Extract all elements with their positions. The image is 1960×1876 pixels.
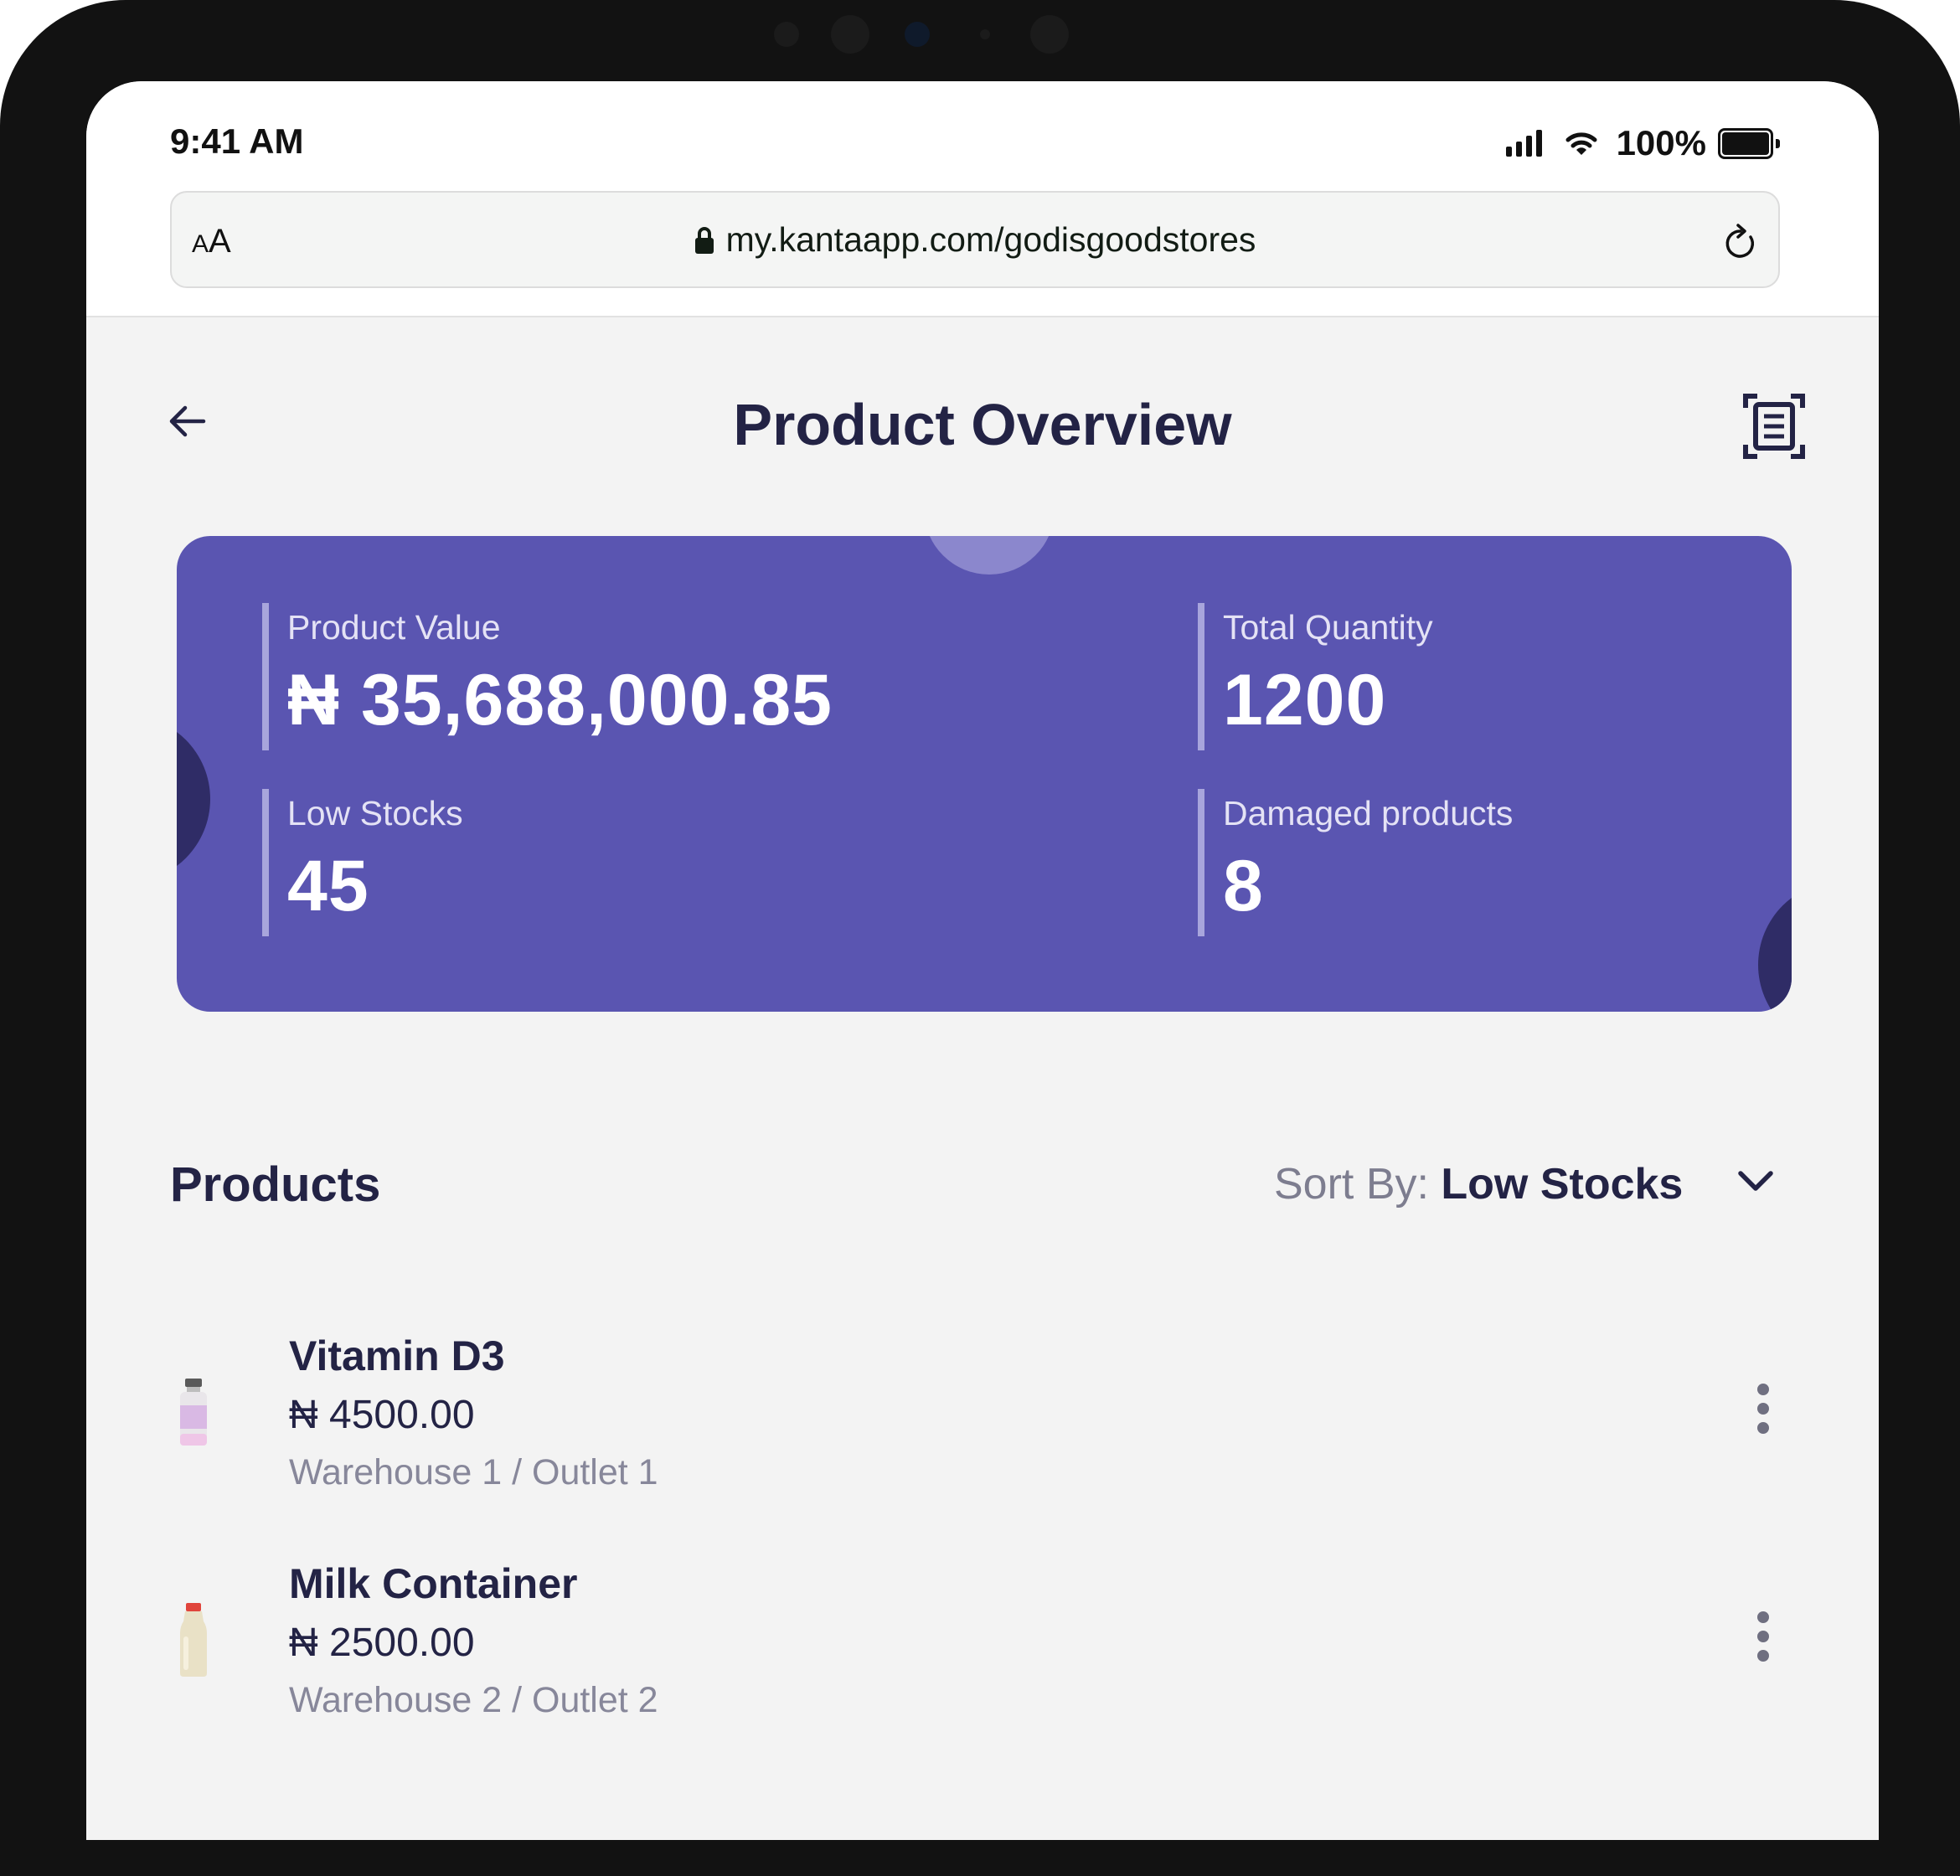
more-vertical-icon[interactable] xyxy=(1757,1611,1774,1669)
sort-dropdown[interactable]: Sort By: Low Stocks xyxy=(1274,1159,1683,1209)
wifi-icon xyxy=(1565,132,1597,155)
stat-value: ₦ 35,688,000.85 xyxy=(287,660,833,740)
status-indicators: 100% xyxy=(1505,123,1780,163)
url-display[interactable]: my.kantaapp.com/godisgoodstores xyxy=(172,220,1778,260)
stat-label: Damaged products xyxy=(1223,794,1514,832)
stat-value: 45 xyxy=(287,846,369,926)
product-price: ₦ 2500.00 xyxy=(289,1621,475,1665)
milk-bottle-thumbnail xyxy=(180,1603,207,1677)
url-text: my.kantaapp.com/godisgoodstores xyxy=(725,220,1256,259)
barcode-scan-icon[interactable] xyxy=(1742,393,1806,460)
vitamin-bottle-thumbnail xyxy=(180,1379,207,1446)
stat-label: Product Value xyxy=(287,608,501,647)
decorative-circle xyxy=(177,715,210,883)
stat-label: Low Stocks xyxy=(287,794,463,832)
camera-sensor xyxy=(1030,15,1069,54)
address-bar[interactable]: AA my.kantaapp.com/godisgoodstores xyxy=(170,191,1780,288)
battery-icon xyxy=(1718,127,1780,159)
screen: 9:41 AM 100% AA my.kantaapp.com/godisgoo… xyxy=(86,81,1879,1840)
browser-chrome: 9:41 AM 100% AA my.kantaapp.com/godisgoo… xyxy=(86,81,1879,317)
product-list-item[interactable]: Vitamin D3 ₦ 4500.00 Warehouse 1 / Outle… xyxy=(86,1332,1879,1524)
reload-icon[interactable] xyxy=(1723,223,1758,261)
product-name: Milk Container xyxy=(289,1560,578,1607)
products-section-title: Products xyxy=(170,1157,381,1212)
product-location: Warehouse 1 / Outlet 1 xyxy=(289,1452,658,1492)
decorative-circle xyxy=(1758,881,1792,1012)
camera-lens xyxy=(905,22,930,47)
sort-label: Sort By: xyxy=(1274,1160,1442,1209)
product-price: ₦ 4500.00 xyxy=(289,1393,475,1437)
page-title: Product Overview xyxy=(733,392,1232,457)
stat-label: Total Quantity xyxy=(1223,608,1433,647)
stat-value: 8 xyxy=(1223,846,1264,926)
product-name: Vitamin D3 xyxy=(289,1332,505,1379)
product-location: Warehouse 2 / Outlet 2 xyxy=(289,1680,658,1720)
camera-sensor xyxy=(774,22,799,47)
status-time: 9:41 AM xyxy=(170,121,304,161)
summary-card: Product Value ₦ 35,688,000.85 Total Quan… xyxy=(177,536,1792,1012)
more-vertical-icon[interactable] xyxy=(1757,1384,1774,1441)
stat-value: 1200 xyxy=(1223,660,1387,740)
camera-sensor xyxy=(831,15,869,54)
cellular-signal-icon xyxy=(1505,130,1546,157)
stat-total-quantity: Total Quantity 1200 xyxy=(1198,603,1433,750)
sort-selected-value: Low Stocks xyxy=(1441,1160,1684,1209)
camera-sensor xyxy=(980,29,990,39)
stat-low-stocks: Low Stocks 45 xyxy=(262,789,463,936)
stat-damaged-products: Damaged products 8 xyxy=(1198,789,1513,936)
stat-product-value: Product Value ₦ 35,688,000.85 xyxy=(262,603,833,750)
decorative-circle xyxy=(924,536,1055,575)
lock-icon xyxy=(694,226,714,254)
product-list-item[interactable]: Milk Container ₦ 2500.00 Warehouse 2 / O… xyxy=(86,1559,1879,1752)
tablet-frame: 9:41 AM 100% AA my.kantaapp.com/godisgoo… xyxy=(0,0,1960,1876)
chevron-down-icon[interactable] xyxy=(1736,1168,1775,1193)
battery-percentage: 100% xyxy=(1616,123,1706,162)
